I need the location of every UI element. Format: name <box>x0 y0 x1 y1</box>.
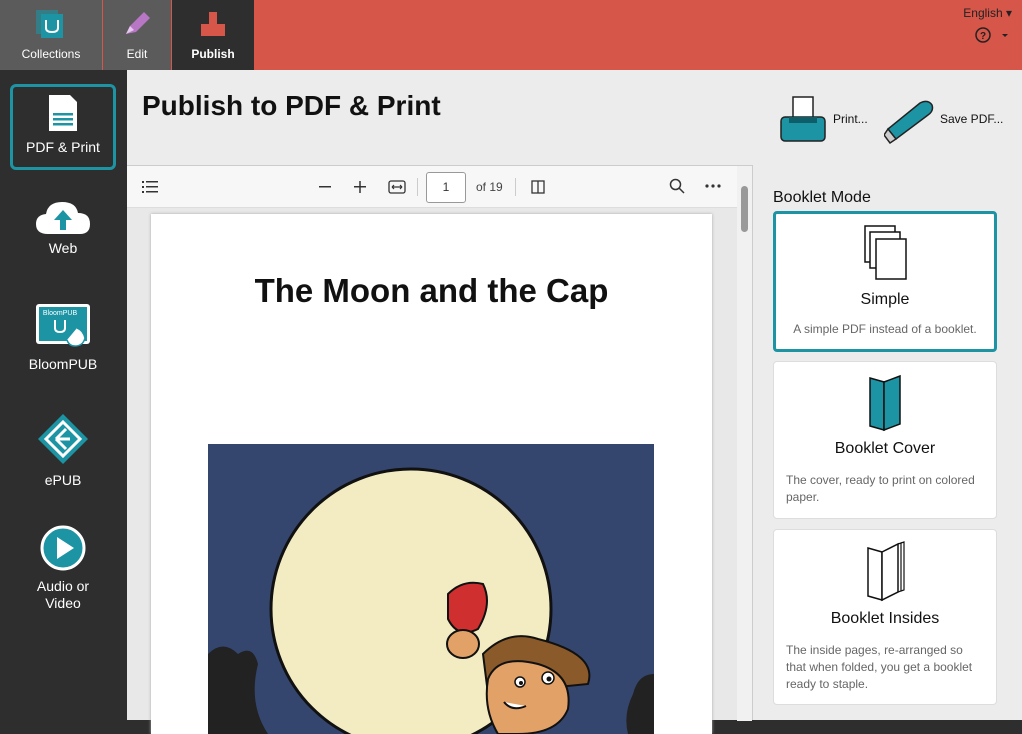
usb-drive-icon <box>883 100 934 145</box>
pdf-page: The Moon and the Cap <box>151 214 712 734</box>
sidebar-item-label: PDF & Print <box>26 139 100 155</box>
sidebar-item-label: Web <box>48 240 78 256</box>
cloud-upload-icon <box>36 202 90 234</box>
booklet-insides-icon <box>867 541 905 602</box>
option-title: Booklet Cover <box>834 440 936 457</box>
booklet-option-simple[interactable]: Simple A simple PDF instead of a booklet… <box>773 211 997 352</box>
tab-publish-label: Publish <box>191 47 235 61</box>
pdf-toolbar: 1 of 19 <box>127 166 738 208</box>
page-count: of 19 <box>476 180 503 194</box>
scrollbar-thumb[interactable] <box>741 186 748 232</box>
zoom-out-icon[interactable] <box>318 180 332 194</box>
sidebar-item-label: Audio or Video <box>36 578 90 611</box>
language-selector[interactable]: English ▾ <box>963 6 1012 20</box>
booklet-option-cover[interactable]: Booklet Cover The cover, ready to print … <box>773 361 997 519</box>
help-icon: ? <box>975 27 1008 43</box>
sidebar-item-web[interactable]: Web <box>10 198 116 256</box>
main-area: Publish to PDF & Print Print... Save PDF… <box>127 70 1022 734</box>
cover-illustration <box>208 444 654 734</box>
pdf-document-icon <box>49 95 77 131</box>
sidebar-item-bloompub[interactable]: BloomPUB BloomPUB <box>10 302 116 372</box>
print-label: Print... <box>833 112 868 126</box>
outline-list-icon[interactable] <box>142 180 160 194</box>
printer-icon <box>780 96 826 142</box>
option-title: Simple <box>860 291 910 308</box>
fit-width-icon[interactable] <box>388 180 406 194</box>
zoom-in-icon[interactable] <box>353 180 367 194</box>
option-description: The cover, ready to print on colored pap… <box>786 473 975 504</box>
sidebar-item-audio-video[interactable]: Audio or Video <box>10 524 116 612</box>
bloompub-badge: BloomPUB <box>43 310 78 317</box>
page-title: Publish to PDF & Print <box>142 90 441 121</box>
help-menu[interactable]: ? <box>974 26 1010 49</box>
sidebar-item-pdf-print[interactable]: PDF & Print <box>10 84 116 170</box>
sidebar-item-epub[interactable]: ePUB <box>10 412 116 488</box>
search-icon[interactable] <box>669 178 685 194</box>
booklet-mode-panel: Booklet Mode Simple A simple PDF instead… <box>773 165 1022 720</box>
pdf-scrollbar[interactable] <box>737 166 752 721</box>
booklet-cover-icon <box>869 374 901 432</box>
book-title: The Moon and the Cap <box>254 272 609 309</box>
two-page-view-icon[interactable] <box>530 179 546 195</box>
play-icon <box>40 525 86 571</box>
sidebar-item-label: BloomPUB <box>28 356 98 372</box>
svg-text:?: ? <box>980 31 986 42</box>
tab-collections-label: Collections <box>21 47 81 61</box>
pencil-icon <box>126 12 150 34</box>
epub-icon <box>38 414 88 464</box>
booklet-mode-heading: Booklet Mode <box>773 189 871 206</box>
page-number-input[interactable]: 1 <box>426 172 466 203</box>
simple-pages-icon <box>864 225 907 280</box>
top-bar: Collections Edit Publish English ▾ ? <box>0 0 1022 70</box>
save-pdf-button[interactable]: Save PDF... <box>883 95 1003 145</box>
tab-edit[interactable]: Edit <box>103 0 171 70</box>
option-description: The inside pages, re-arranged so that wh… <box>786 643 973 691</box>
print-button[interactable]: Print... <box>779 95 868 145</box>
booklet-option-insides[interactable]: Booklet Insides The inside pages, re-arr… <box>773 529 997 705</box>
publish-icon <box>201 12 225 36</box>
option-title: Booklet Insides <box>830 610 940 627</box>
sidebar-item-label: ePUB <box>44 472 82 488</box>
pdf-viewer: 1 of 19 The Moon and the Cap <box>127 165 753 734</box>
save-pdf-label: Save PDF... <box>940 112 1004 126</box>
collections-icon <box>36 10 63 38</box>
publish-sidebar: PDF & Print Web BloomPUB BloomPUB ePUB A… <box>0 70 127 720</box>
bloompub-device-icon: BloomPUB <box>36 304 90 347</box>
chevron-down-icon: ▾ <box>1005 6 1012 20</box>
more-options-icon[interactable] <box>705 184 721 188</box>
tab-edit-label: Edit <box>126 47 148 61</box>
tab-collections[interactable]: Collections <box>0 0 102 70</box>
option-description: A simple PDF instead of a booklet. <box>793 322 977 336</box>
tab-publish[interactable]: Publish <box>172 0 254 70</box>
